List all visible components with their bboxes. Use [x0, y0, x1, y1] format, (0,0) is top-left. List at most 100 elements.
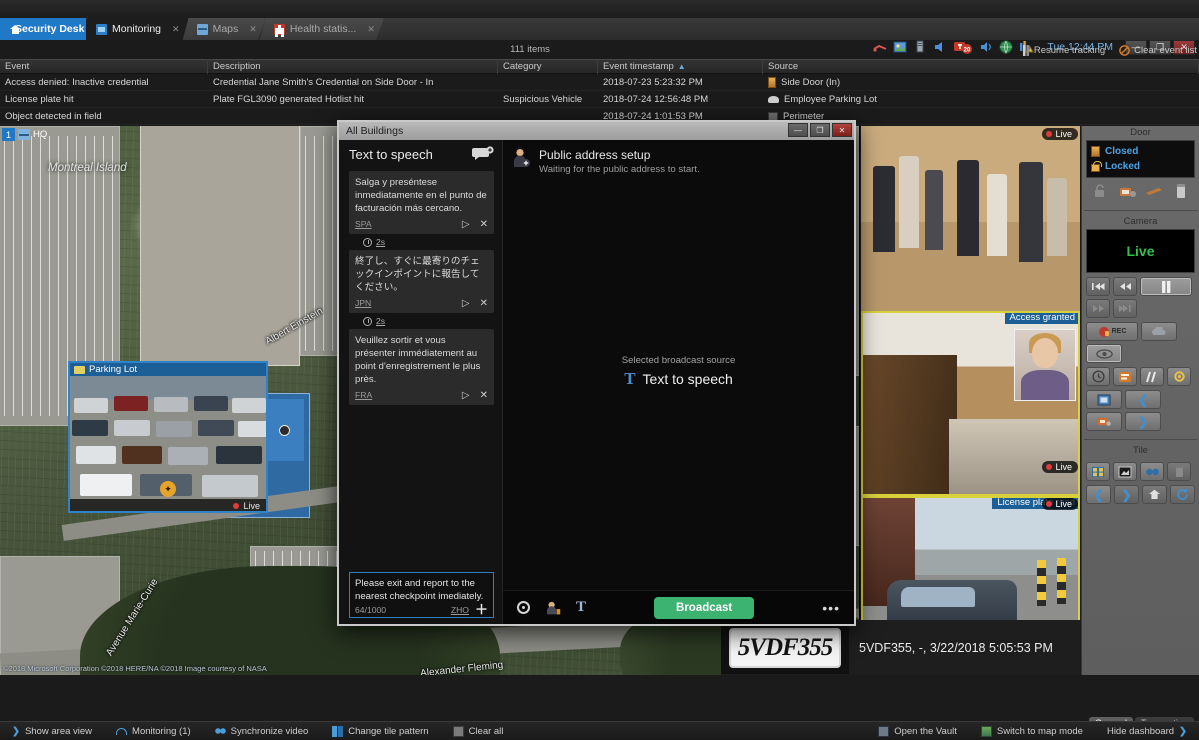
close-icon[interactable]: ✕: [480, 297, 488, 310]
home-icon[interactable]: [1142, 485, 1167, 504]
tab-maps[interactable]: Maps ✕: [183, 18, 266, 40]
privacy-icon[interactable]: [1140, 462, 1164, 481]
snapshot-icon[interactable]: [1086, 390, 1122, 409]
play-icon[interactable]: ▷: [462, 218, 470, 231]
unlock-schedule-icon[interactable]: [1116, 182, 1138, 200]
tts-message-card[interactable]: Veuillez sortir et vous présenter immédi…: [349, 329, 494, 405]
column-header-event[interactable]: Event: [0, 59, 208, 74]
speaker-zones-icon[interactable]: [546, 601, 561, 615]
clock-icon[interactable]: [1086, 367, 1110, 386]
switch-to-map-mode-button[interactable]: Switch to map mode: [969, 725, 1095, 737]
map-video-overlay[interactable]: Parking Lot ✦ Live: [68, 361, 268, 513]
column-header-category[interactable]: Category: [498, 59, 598, 74]
resume-tracking-button[interactable]: Resume tracking: [1022, 45, 1105, 56]
door-section-title: Door: [1130, 127, 1151, 138]
cell-source-label: Employee Parking Lot: [784, 93, 877, 105]
license-plate-readout[interactable]: 5VDF355 5VDF355, -, 3/22/2018 5:05:53 PM: [721, 620, 1080, 675]
pause-icon[interactable]: [1140, 277, 1192, 296]
open-the-vault-button[interactable]: Open the Vault: [866, 725, 969, 737]
speech-add-icon[interactable]: [472, 146, 494, 162]
forward-arrow-icon: ❯: [1137, 414, 1149, 429]
dialog-footer-actions: T: [503, 599, 586, 616]
tts-message-card[interactable]: Salga y preséntese inmediatamente en el …: [349, 171, 494, 234]
clear-all-button[interactable]: Clear all: [441, 725, 516, 737]
close-icon[interactable]: ✕: [172, 24, 180, 35]
video-tile-access-granted[interactable]: Access granted Live: [861, 311, 1080, 496]
rewind-icon[interactable]: [1113, 277, 1137, 296]
tts-message-card[interactable]: 終了し、すぐに最寄りのチェックインポイントに報告してください。 JPN ▷ ✕: [349, 250, 494, 313]
tts-message-gap[interactable]: 2s: [349, 234, 494, 250]
gear-icon[interactable]: [517, 601, 530, 614]
column-header-description[interactable]: Description: [208, 59, 498, 74]
tts-message-language[interactable]: SPA: [355, 218, 372, 231]
tab-monitoring[interactable]: Monitoring ✕: [86, 18, 189, 40]
fast-forward-icon[interactable]: [1086, 299, 1110, 318]
skip-end-icon[interactable]: [1113, 299, 1137, 318]
change-tile-pattern-button[interactable]: Change tile pattern: [320, 725, 440, 737]
refresh-icon[interactable]: [1170, 485, 1195, 504]
show-area-view-button[interactable]: ❯ Show area view: [0, 726, 104, 737]
override-icon[interactable]: [1143, 182, 1165, 200]
monitoring-button[interactable]: Monitoring (1): [104, 726, 203, 737]
record-icon[interactable]: REC: [1086, 322, 1138, 341]
dialog-titlebar[interactable]: All Buildings — ❐ ✕: [339, 122, 854, 140]
ptz-icon[interactable]: ✦: [160, 481, 176, 497]
hide-dashboard-button[interactable]: Hide dashboard ❯: [1095, 726, 1199, 737]
tts-message-language[interactable]: FRA: [355, 389, 372, 402]
video-tile-lobby[interactable]: Live: [861, 126, 1080, 311]
map-camera-marker[interactable]: [279, 425, 290, 436]
ptz-icon[interactable]: [1086, 412, 1122, 431]
dialog-restore-button[interactable]: ❐: [810, 123, 830, 137]
tts-message-gap[interactable]: 2s: [349, 313, 494, 329]
cloud-icon[interactable]: [1141, 322, 1177, 341]
prev-camera-icon[interactable]: ❮: [1125, 390, 1161, 409]
tts-message-language[interactable]: JPN: [355, 297, 371, 310]
tab-health-statistics[interactable]: Health statis... ✕: [260, 18, 384, 40]
dialog-minimize-button[interactable]: —: [788, 123, 808, 137]
camera-action-buttons-row2: [1086, 363, 1195, 386]
tts-composer-language[interactable]: ZHO: [451, 605, 469, 615]
unlock-icon[interactable]: [1089, 182, 1111, 200]
back-arrow-icon[interactable]: ❮: [1086, 485, 1111, 504]
brightness-icon[interactable]: [1167, 367, 1191, 386]
tab-security-desk[interactable]: Security Desk: [0, 18, 86, 40]
slow-motion-icon[interactable]: [1140, 367, 1164, 386]
eye-icon[interactable]: [1086, 344, 1122, 363]
clear-event-list-label: Clear event list: [1134, 45, 1197, 56]
close-icon[interactable]: ✕: [480, 389, 488, 402]
tts-composer-input[interactable]: Please exit and report to the nearest ch…: [355, 577, 488, 603]
column-header-timestamp[interactable]: Event timestamp ▲: [598, 59, 763, 74]
text-to-speech-icon[interactable]: T: [576, 599, 586, 616]
broadcast-button[interactable]: Broadcast: [654, 596, 755, 619]
column-header-source[interactable]: Source: [763, 59, 1199, 74]
clock-icon: [363, 316, 372, 326]
bookmark-icon[interactable]: [1113, 367, 1137, 386]
tts-composer[interactable]: Please exit and report to the nearest ch…: [349, 572, 494, 618]
close-icon[interactable]: ✕: [367, 24, 375, 35]
clear-event-list-button[interactable]: Clear event list: [1119, 45, 1197, 56]
trash-icon[interactable]: [1167, 462, 1191, 481]
table-row[interactable]: License plate hit Plate FGL3090 generate…: [0, 91, 1199, 108]
map-icon: [197, 24, 208, 35]
stair-structure: [861, 355, 957, 495]
synchronize-video-button[interactable]: Synchronize video: [203, 725, 321, 737]
forward-arrow-icon[interactable]: ❯: [1114, 485, 1139, 504]
pattern-icon[interactable]: [1086, 462, 1110, 481]
close-icon[interactable]: ✕: [249, 24, 257, 35]
cell-event: License plate hit: [5, 93, 74, 105]
table-row[interactable]: Access denied: Inactive credential Crede…: [0, 74, 1199, 91]
maximize-icon[interactable]: [1113, 462, 1137, 481]
dialog-close-button[interactable]: ✕: [832, 123, 852, 137]
play-icon[interactable]: ▷: [462, 297, 470, 310]
more-options-button[interactable]: •••: [822, 600, 854, 616]
event-item-count: 111 items: [510, 44, 550, 55]
skip-start-icon[interactable]: [1086, 277, 1110, 296]
close-icon[interactable]: ✕: [480, 218, 488, 231]
next-camera-icon[interactable]: ❯: [1125, 412, 1161, 431]
shunt-icon[interactable]: [1170, 182, 1192, 200]
play-icon[interactable]: ▷: [462, 389, 470, 402]
add-message-button[interactable]: ＋: [475, 603, 488, 616]
avatar-body: [1021, 370, 1069, 400]
public-address-dialog[interactable]: All Buildings — ❐ ✕ Text to speech Salga…: [337, 120, 856, 626]
door-icon: [768, 76, 776, 88]
